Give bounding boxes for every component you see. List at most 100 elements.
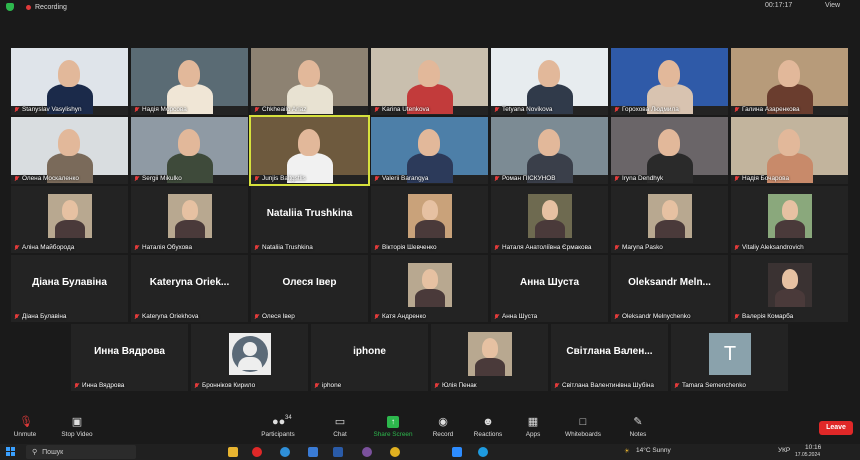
mic-muted-icon: [374, 175, 379, 182]
participant-tile[interactable]: T Tamara Semenchenko: [671, 324, 788, 391]
unmute-button[interactable]: 🎙 Unmute: [0, 416, 50, 438]
opera-icon[interactable]: [252, 447, 262, 457]
participant-name-label: Наталія Обухова: [134, 244, 192, 251]
whiteboards-button[interactable]: □ Whiteboards: [558, 416, 608, 438]
participant-display-name: Kateryna Oriek...: [149, 277, 230, 288]
participant-display-name: Инна Вядрова: [94, 346, 165, 357]
participant-name-label: Chkheailo Ariaz: [254, 106, 306, 113]
mic-muted-icon: [14, 175, 19, 182]
mic-muted-icon: [374, 313, 379, 320]
participant-tile[interactable]: Наталя Анатоліївна Єрмакова: [491, 186, 608, 253]
participant-tile[interactable]: Горохова Людмила: [611, 48, 728, 115]
participant-display-name: Олеся Івер: [282, 277, 337, 288]
notes-button[interactable]: ✎ Notes: [613, 416, 663, 438]
weather-text[interactable]: 14°C Sunny: [636, 447, 671, 454]
participant-tile[interactable]: Діана Булавіна Діана Булавіна: [11, 255, 128, 322]
participant-name: Валерія Комарба: [742, 313, 794, 320]
record-button[interactable]: ◉ Record: [418, 416, 468, 438]
participant-name: Karina Utenkova: [382, 106, 430, 113]
apps-button[interactable]: ▦ Apps: [508, 416, 558, 438]
clock-time[interactable]: 10:16: [805, 444, 821, 451]
participant-tile[interactable]: iphone iphone: [311, 324, 428, 391]
participant-tile[interactable]: Sergii Mikulko: [131, 117, 248, 184]
share-screen-button[interactable]: ↑ Share Screen: [368, 416, 418, 438]
participant-name-label: Надія Морсова: [134, 106, 187, 113]
mic-muted-icon: [434, 382, 439, 389]
participant-tile[interactable]: Karina Utenkova: [371, 48, 488, 115]
participant-tile[interactable]: Олена Москаленко: [11, 117, 128, 184]
participant-tile[interactable]: Kateryna Oriek... Kateryna Oriekhova: [131, 255, 248, 322]
taskbar-search[interactable]: ⚲ Пошук: [26, 445, 136, 459]
person-face: [658, 129, 680, 156]
browser-icon[interactable]: [478, 447, 488, 457]
participant-name: Инна Вядрова: [82, 382, 125, 389]
record-icon: ◉: [438, 416, 448, 428]
reactions-button[interactable]: ☻ Reactions: [463, 416, 513, 438]
participant-tile[interactable]: Роман ПІСКУНОВ: [491, 117, 608, 184]
participant-tile[interactable]: Valerii Barangya: [371, 117, 488, 184]
mic-muted-icon: [14, 244, 19, 251]
participant-video: [131, 117, 248, 183]
participant-tile[interactable]: Oleksandr Meln... Oleksandr Melnychenko: [611, 255, 728, 322]
security-shield-icon[interactable]: [6, 3, 14, 11]
participant-tile[interactable]: Вікторія Шевченко: [371, 186, 488, 253]
participant-tile[interactable]: Світлана Вален... Світлана Валентинівна Ш…: [551, 324, 668, 391]
participant-name: Світлана Валентинівна Шубіна: [562, 382, 654, 389]
windows-start-icon[interactable]: [6, 447, 16, 457]
participant-tile[interactable]: Chkheailo Ariaz: [251, 48, 368, 115]
participant-tile[interactable]: Tetyana Novikova: [491, 48, 608, 115]
profile-photo: [768, 194, 812, 238]
word-icon[interactable]: [333, 447, 343, 457]
notes-icon: ✎: [633, 416, 643, 428]
participant-name: Stanyslav Vasylishyn: [22, 106, 82, 113]
participant-tile[interactable]: Галина Азаренкова: [731, 48, 848, 115]
stop-video-button[interactable]: ▣ Stop Video: [52, 416, 102, 438]
mail-icon[interactable]: [308, 447, 318, 457]
participant-name: Tetyana Novikova: [502, 106, 553, 113]
participant-tile[interactable]: Junjis Baltgstlis: [249, 115, 370, 186]
participant-tile[interactable]: Надія Морсова: [131, 48, 248, 115]
mic-muted-icon: [194, 382, 199, 389]
mic-muted-icon: [734, 244, 739, 251]
viber-icon[interactable]: [362, 447, 372, 457]
top-bar: Recording 00:17:17 View: [0, 0, 860, 14]
mic-muted-icon: [554, 382, 559, 389]
participant-name-label: Олена Москаленко: [14, 175, 79, 182]
edge-icon[interactable]: [280, 447, 290, 457]
participant-tile[interactable]: Анна Шуста Анна Шуста: [491, 255, 608, 322]
participant-tile[interactable]: Юлія Пенак: [431, 324, 548, 391]
participant-name: Maryna Pasko: [622, 244, 663, 251]
participant-name-label: Галина Азаренкова: [734, 106, 800, 113]
participants-button[interactable]: ●● 34 Participants: [253, 415, 303, 438]
participant-video: [131, 48, 248, 114]
mic-muted-icon: [494, 175, 499, 182]
participant-tile[interactable]: Stanyslav Vasylishyn: [11, 48, 128, 115]
view-button[interactable]: View: [825, 2, 840, 9]
participant-tile[interactable]: Наталія Обухова: [131, 186, 248, 253]
participant-tile[interactable]: Инна Вядрова Инна Вядрова: [71, 324, 188, 391]
clock-date[interactable]: 17.05.2024: [795, 452, 820, 458]
participant-tile[interactable]: Надія Бочарова: [731, 117, 848, 184]
chat-button[interactable]: ▭ Chat: [315, 416, 365, 438]
participant-name-label: Світлана Валентинівна Шубіна: [554, 382, 654, 389]
participant-tile[interactable]: Катя Андренко: [371, 255, 488, 322]
participant-tile[interactable]: Олеся Івер Олеся Івер: [251, 255, 368, 322]
participant-video: [611, 117, 728, 183]
weather-icon: ☀: [624, 448, 630, 455]
participant-tile[interactable]: Maryna Pasko: [611, 186, 728, 253]
participant-tile[interactable]: Vitaliy Aleksandrovich: [731, 186, 848, 253]
leave-button[interactable]: Leave: [819, 421, 853, 435]
mic-muted-icon: 🎙: [19, 416, 33, 428]
participant-name-label: Бронніков Кирило: [194, 382, 255, 389]
participant-name-label: Инна Вядрова: [74, 382, 124, 389]
participant-tile[interactable]: Валерія Комарба: [731, 255, 848, 322]
language-indicator[interactable]: УКР: [778, 447, 790, 454]
profile-photo: [48, 194, 92, 238]
participant-tile[interactable]: Бронніков Кирило: [191, 324, 308, 391]
participant-tile[interactable]: Iryna Dendhyk: [611, 117, 728, 184]
chrome-icon[interactable]: [390, 447, 400, 457]
participant-tile[interactable]: Nataliia Trushkina Nataliia Trushkina: [251, 186, 368, 253]
zoom-icon[interactable]: [452, 447, 462, 457]
file-explorer-icon[interactable]: [228, 447, 238, 457]
participant-tile[interactable]: Аліна Майборода: [11, 186, 128, 253]
